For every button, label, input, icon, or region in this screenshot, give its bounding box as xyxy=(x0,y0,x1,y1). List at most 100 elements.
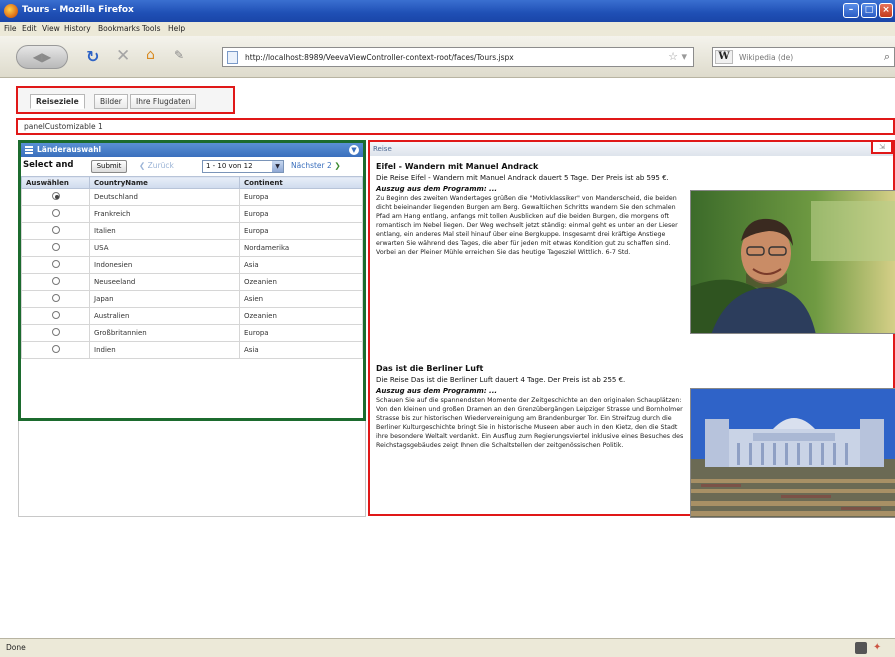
panel-menu-icon[interactable] xyxy=(25,146,33,154)
country-cell: USA xyxy=(89,239,240,257)
addon-status-icon[interactable] xyxy=(855,642,867,654)
back-forward-button[interactable]: ◀▶ xyxy=(16,45,68,69)
table-row[interactable]: Indonesien Asia xyxy=(21,256,363,274)
home-icon[interactable]: ⌂ xyxy=(146,47,155,63)
tour-excerpt: Schauen Sie auf die spannendsten Momente… xyxy=(376,397,684,449)
tab-reiseziele[interactable]: Reiseziele xyxy=(30,94,85,109)
radio-button[interactable] xyxy=(51,243,60,251)
chevron-down-icon[interactable]: ▼ xyxy=(272,161,283,172)
window-title: Tours - Mozilla Firefox xyxy=(22,5,134,15)
continent-cell: Asia xyxy=(239,341,363,359)
status-bar: Done ✦ xyxy=(0,638,895,657)
radio-button[interactable] xyxy=(51,226,60,234)
reload-icon[interactable]: ↻ xyxy=(86,47,99,66)
left-panel-frame xyxy=(18,421,366,517)
radio-button[interactable] xyxy=(51,345,60,353)
wikipedia-engine-icon[interactable]: W xyxy=(715,50,733,64)
table-row[interactable]: Indien Asia xyxy=(21,341,363,359)
select-and-label: Select and xyxy=(23,160,74,170)
radio-button[interactable] xyxy=(51,311,60,319)
menu-history[interactable]: History xyxy=(64,24,91,33)
menu-edit[interactable]: Edit xyxy=(22,24,37,33)
column-header-continent[interactable]: Continent xyxy=(239,176,363,189)
table-row[interactable]: Frankreich Europa xyxy=(21,205,363,223)
tab-ihre-flugdaten[interactable]: Ihre Flugdaten xyxy=(130,94,197,109)
select-cell[interactable] xyxy=(21,273,90,291)
menu-bookmarks[interactable]: Bookmarks xyxy=(98,24,140,33)
search-input[interactable] xyxy=(739,50,869,64)
menu-file[interactable]: File xyxy=(4,24,17,33)
radio-button[interactable] xyxy=(51,277,60,285)
url-bar[interactable]: ☆ ▾ xyxy=(222,47,694,67)
navigation-toolbar: ◀▶ ↻ ✕ ⌂ ✎ ☆ ▾ W ⌕ xyxy=(0,36,895,78)
submit-button[interactable]: Submit xyxy=(91,160,127,173)
minimize-button[interactable]: – xyxy=(843,3,859,18)
tour-item: Das ist die Berliner Luft Die Reise Das … xyxy=(376,364,895,518)
select-cell[interactable] xyxy=(21,341,90,359)
stop-icon[interactable]: ✕ xyxy=(116,46,130,66)
collapse-panel-icon[interactable]: ▼ xyxy=(349,145,359,155)
table-row[interactable]: Deutschland Europa xyxy=(21,188,363,206)
tour-photo-hiker xyxy=(690,190,895,334)
previous-page-link[interactable]: ❮ Zurück xyxy=(139,161,174,170)
bookmark-tag-icon[interactable]: ✎ xyxy=(174,48,184,62)
radio-button[interactable] xyxy=(51,294,60,302)
select-cell[interactable] xyxy=(21,256,90,274)
table-row[interactable]: Großbritannien Europa xyxy=(21,324,363,342)
select-cell[interactable] xyxy=(21,290,90,308)
continent-cell: Europa xyxy=(239,188,363,206)
continent-cell: Asien xyxy=(239,290,363,308)
menu-help[interactable]: Help xyxy=(168,24,185,33)
select-cell[interactable] xyxy=(21,324,90,342)
table-row[interactable]: Italien Europa xyxy=(21,222,363,240)
continent-cell: Ozeanien xyxy=(239,273,363,291)
previous-arrow-icon: ❮ xyxy=(139,161,148,170)
menu-tools[interactable]: Tools xyxy=(142,24,160,33)
next-page-link[interactable]: Nächster 2 ❯ xyxy=(291,161,341,170)
search-icon[interactable]: ⌕ xyxy=(884,50,890,64)
url-input[interactable] xyxy=(245,50,665,64)
select-cell[interactable] xyxy=(21,307,90,325)
close-window-button[interactable]: × xyxy=(879,3,893,18)
column-header-countryname[interactable]: CountryName xyxy=(89,176,240,189)
radio-button[interactable] xyxy=(51,192,60,200)
country-cell: Frankreich xyxy=(89,205,240,223)
table-row[interactable]: Neuseeland Ozeanien xyxy=(21,273,363,291)
country-cell: Großbritannien xyxy=(89,324,240,342)
select-cell[interactable] xyxy=(21,188,90,206)
tour-photo-reichstag xyxy=(690,388,895,518)
tours-panel-header: Reise xyxy=(370,142,893,156)
tour-title[interactable]: Das ist die Berliner Luft xyxy=(376,364,891,373)
tour-excerpt: Zu Beginn des zweiten Wandertages grüßen… xyxy=(376,195,678,256)
back-arrow-icon[interactable]: ◀ xyxy=(33,50,42,64)
firefox-logo-icon xyxy=(4,4,18,18)
table-row[interactable]: Japan Asien xyxy=(21,290,363,308)
tab-bilder[interactable]: Bilder xyxy=(94,94,128,109)
menu-view[interactable]: View xyxy=(42,24,60,33)
country-cell: Deutschland xyxy=(89,188,240,206)
column-header-auswaehlen[interactable]: Auswählen xyxy=(21,176,90,189)
select-cell[interactable] xyxy=(21,205,90,223)
search-bar[interactable]: W ⌕ xyxy=(712,47,895,67)
maximize-button[interactable]: □ xyxy=(861,3,877,18)
forward-arrow-icon[interactable]: ▶ xyxy=(42,50,51,64)
page-range-select[interactable]: 1 - 10 von 12 ▼ xyxy=(202,160,284,173)
tour-title[interactable]: Eifel - Wandern mit Manuel Andrack xyxy=(376,162,891,171)
bookmark-star-icon[interactable]: ☆ ▾ xyxy=(668,50,687,63)
radio-button[interactable] xyxy=(51,260,60,268)
table-row[interactable]: USA Nordamerika xyxy=(21,239,363,257)
select-cell[interactable] xyxy=(21,239,90,257)
radio-button[interactable] xyxy=(51,209,60,217)
tours-panel-collapse-button[interactable]: ⇲ xyxy=(871,140,893,154)
tab-strip: Reiseziele Bilder Ihre Flugdaten xyxy=(16,86,235,114)
country-cell: Japan xyxy=(89,290,240,308)
tour-summary: Die Reise Das ist die Berliner Luft daue… xyxy=(376,376,626,384)
tour-item: Eifel - Wandern mit Manuel Andrack Die R… xyxy=(376,162,895,334)
tour-summary: Die Reise Eifel - Wandern mit Manuel And… xyxy=(376,174,669,182)
radio-button[interactable] xyxy=(51,328,60,336)
table-row[interactable]: Australien Ozeanien xyxy=(21,307,363,325)
country-selection-panel: Länderauswahl ▼ Select and Submit ❮ Zurü… xyxy=(18,140,366,421)
continent-cell: Europa xyxy=(239,324,363,342)
firebug-icon[interactable]: ✦ xyxy=(873,642,885,654)
select-cell[interactable] xyxy=(21,222,90,240)
